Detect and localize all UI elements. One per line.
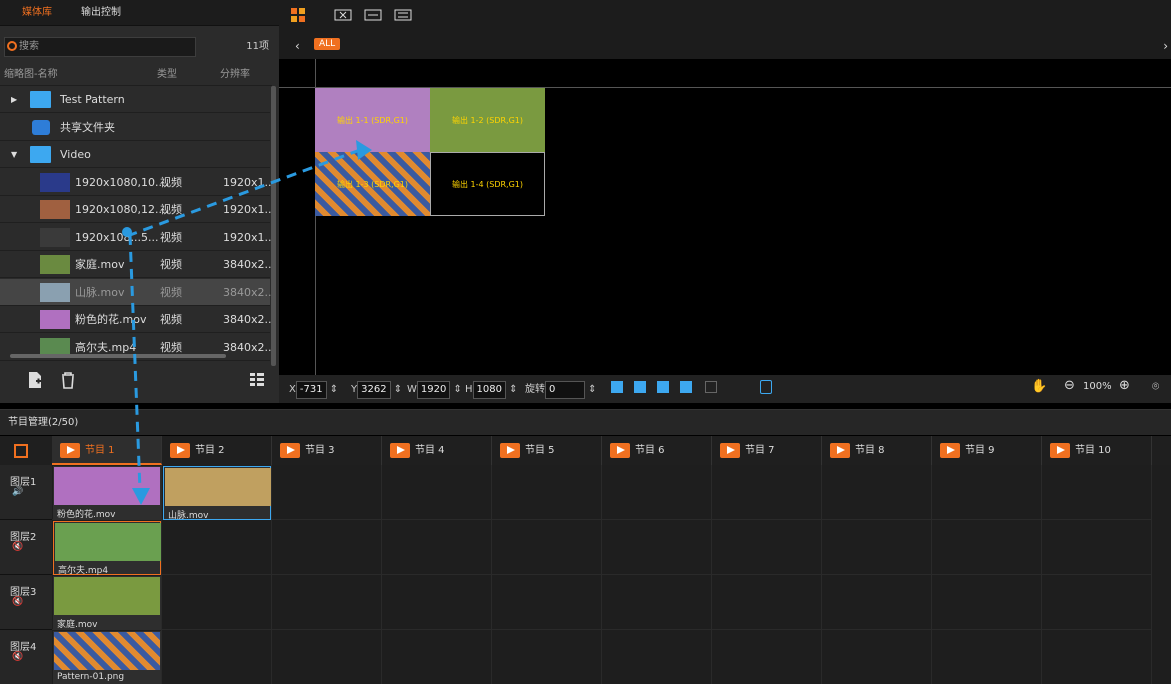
app-window: 媒体库 输出控制 搜索 11项 缩略图-名称 类型 分辨率 ▶ Test Patt…: [0, 0, 1171, 684]
drag-start-point: [122, 227, 132, 237]
arrow-head-down-icon: [132, 488, 150, 505]
drag-line-to-program: [128, 234, 142, 491]
drag-annotation: [122, 140, 372, 505]
arrow-head-icon: [356, 140, 372, 160]
drag-line-to-preview: [129, 148, 361, 237]
